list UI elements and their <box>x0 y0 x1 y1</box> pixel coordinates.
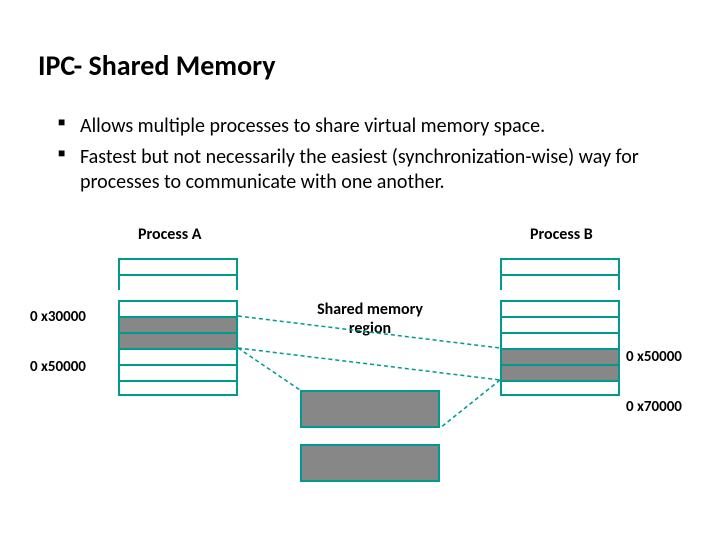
mem-gap <box>500 290 620 300</box>
mem-row <box>500 332 620 348</box>
memstack-b <box>500 258 620 396</box>
slide-title: IPC- Shared Memory <box>38 48 275 83</box>
mem-row-shared <box>118 332 238 348</box>
mem-row <box>118 300 238 316</box>
label-shared-region: Shared memory region <box>300 300 440 338</box>
mem-row <box>118 380 238 396</box>
mem-row <box>500 258 620 274</box>
mem-row-shared <box>118 316 238 332</box>
addr-b-bottom: 0 x70000 <box>626 398 682 416</box>
memstack-a <box>118 258 238 396</box>
mem-row <box>118 348 238 364</box>
mem-row <box>500 380 620 396</box>
mem-row-shared <box>500 364 620 380</box>
mem-row <box>118 258 238 274</box>
mem-row <box>500 316 620 332</box>
mem-row <box>118 364 238 380</box>
bullet-item: Allows multiple processes to share virtu… <box>58 114 668 139</box>
phys-block <box>300 444 440 482</box>
label-process-a: Process A <box>138 225 201 244</box>
addr-a-top: 0 x30000 <box>30 308 86 326</box>
addr-a-bottom: 0 x50000 <box>30 358 86 376</box>
label-process-b: Process B <box>530 225 593 244</box>
addr-b-top: 0 x50000 <box>626 348 682 366</box>
mem-row-shared <box>500 348 620 364</box>
mem-row <box>118 274 238 290</box>
phys-block <box>300 390 440 428</box>
mem-row <box>500 274 620 290</box>
bullet-list: Allows multiple processes to share virtu… <box>58 114 668 201</box>
bullet-item: Fastest but not necessarily the easiest … <box>58 145 668 195</box>
mem-gap <box>118 290 238 300</box>
mem-row <box>500 300 620 316</box>
